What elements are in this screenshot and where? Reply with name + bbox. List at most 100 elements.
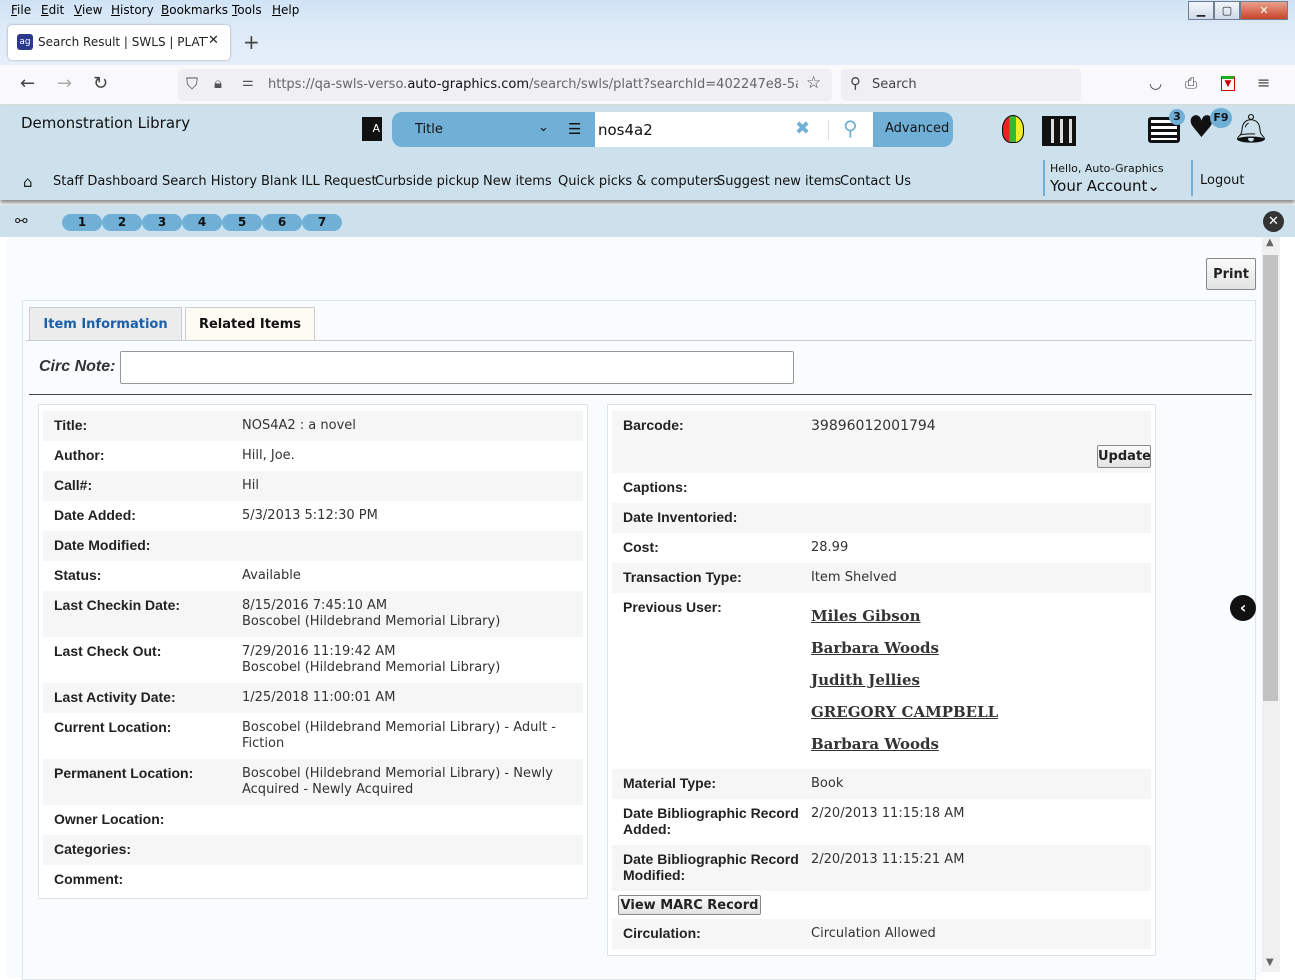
new-tab-icon[interactable]: + (243, 30, 260, 54)
nav-suggest-new-items[interactable]: Suggest new items (717, 174, 841, 189)
clear-search-icon[interactable]: ✖ (795, 118, 810, 139)
scrollbar-thumb[interactable] (1263, 255, 1278, 701)
detail-value (242, 835, 572, 865)
logout-link[interactable]: Logout (1200, 173, 1245, 188)
extension-icon[interactable]: ▼ (1221, 76, 1235, 91)
menu-bookmarks[interactable]: Bookmarks (161, 3, 228, 17)
scroll-up-icon[interactable]: ▲ (1266, 237, 1274, 248)
detail-row: Current Location: Boscobel (Hildebrand Me… (43, 713, 583, 759)
search-icon: ⚲ (850, 74, 861, 92)
transaction-type-row: Transaction Type: Item Shelved (612, 563, 1151, 593)
tab-item-information[interactable]: Item Information (29, 307, 182, 340)
print-icon[interactable]: ⎙ (1185, 74, 1197, 92)
page-4[interactable]: 4 (182, 214, 222, 231)
minimize-button[interactable]: ▁ (1188, 1, 1214, 20)
page-7[interactable]: 7 (302, 214, 342, 231)
your-account-menu[interactable]: Your Account⌄ (1050, 177, 1160, 195)
browser-search-box[interactable]: ⚲ Search (841, 69, 1081, 101)
search-type-select[interactable]: Title (415, 122, 443, 137)
detail-value-text: Hil (242, 478, 259, 493)
catalog-search-icon[interactable] (1042, 116, 1076, 146)
menu-tools[interactable]: Tools (232, 3, 262, 17)
bib-added-value: 2/20/2013 11:15:18 AM (811, 806, 965, 821)
hamburger-menu-icon[interactable]: ≡ (1257, 73, 1270, 92)
browser-tab[interactable]: ag Search Result | SWLS | PLATT | A ✕ (8, 25, 230, 60)
page-3[interactable]: 3 (142, 214, 182, 231)
menu-help[interactable]: Help (272, 3, 299, 17)
page-5[interactable]: 5 (222, 214, 262, 231)
vertical-scrollbar[interactable]: ▲ ▼ (1262, 237, 1280, 972)
detail-value: Hil (242, 471, 572, 501)
detail-row: Owner Location: (43, 805, 583, 835)
previous-user-link[interactable]: Barbara Woods (811, 735, 998, 767)
previous-user-link[interactable]: Miles Gibson (811, 607, 998, 639)
previous-user-link[interactable]: Barbara Woods (811, 639, 998, 671)
nav-contact-us[interactable]: Contact Us (840, 174, 911, 189)
detail-label: Owner Location: (54, 811, 165, 827)
close-record-icon[interactable]: ✕ (1263, 211, 1284, 232)
detail-value-text: NOS4A2 : a novel (242, 418, 356, 433)
menu-edit[interactable]: Edit (41, 3, 64, 17)
detail-label: Last Activity Date: (54, 689, 176, 705)
material-type-label: Material Type: (623, 775, 717, 791)
maximize-button[interactable]: ▢ (1214, 1, 1240, 20)
nav-curbside-pickup[interactable]: Curbside pickup (375, 174, 479, 189)
database-icon[interactable]: ☰ (568, 120, 581, 138)
page-1[interactable]: 1 (62, 214, 102, 231)
nav-staff-dashboard[interactable]: Staff Dashboard (53, 174, 158, 189)
notifications-bell-icon[interactable]: 🔔︎ (1233, 112, 1269, 145)
search-input-value: nos4a2 (598, 121, 653, 139)
detail-label: Categories: (54, 841, 132, 857)
detail-row: Call#: Hil (43, 471, 583, 501)
results-pager: ⚯ 1 2 3 4 5 6 7 ✕ (0, 205, 1295, 237)
search-icon[interactable]: ⚲ (843, 116, 858, 140)
search-input[interactable]: nos4a2 ✖ ⚲ (595, 112, 873, 147)
page-2[interactable]: 2 (102, 214, 142, 231)
bib-added-row: Date Bibliographic Record Added: 2/20/201… (612, 799, 1151, 845)
detail-label: Date Modified: (54, 537, 151, 553)
divider (828, 120, 829, 140)
detail-label: Status: (54, 567, 102, 583)
reload-icon[interactable]: ↻ (93, 73, 108, 94)
date-inventoried-row: Date Inventoried: (612, 503, 1151, 533)
previous-user-link[interactable]: GREGORY CAMPBELL (811, 703, 998, 735)
close-window-button[interactable]: ✕ (1240, 1, 1288, 20)
bib-modified-label: Date Bibliographic Record Modified: (623, 851, 799, 883)
nav-search-history[interactable]: Search History (162, 174, 257, 189)
detail-label: Last Check Out: (54, 643, 162, 659)
translate-icon[interactable]: A (362, 117, 382, 141)
chevron-down-icon[interactable]: ⌄ (538, 120, 549, 135)
tab-related-items[interactable]: Related Items (185, 307, 315, 340)
menu-view[interactable]: View (74, 3, 102, 17)
view-marc-record-button[interactable]: View MARC Record (618, 895, 761, 915)
app-header: Demonstration Library A Title ⌄ ☰ nos4a2… (0, 105, 1295, 200)
menu-history[interactable]: History (111, 3, 154, 17)
circulation-label: Circulation: (623, 925, 701, 941)
nav-quick-picks[interactable]: Quick picks & computers (558, 174, 720, 189)
shield-icon: ⛉ (186, 74, 199, 93)
link-icon[interactable]: ⚯ (15, 212, 28, 230)
previous-user-link[interactable]: Judith Jellies (811, 671, 998, 703)
advanced-search-button[interactable]: Advanced (885, 121, 949, 136)
forward-icon[interactable]: → (57, 73, 72, 94)
nav-blank-ill-request[interactable]: Blank ILL Request (261, 174, 377, 189)
circ-note-input[interactable] (120, 351, 794, 384)
hot-air-balloon-icon[interactable] (1002, 115, 1024, 143)
print-button[interactable]: Print (1206, 258, 1256, 290)
back-icon[interactable]: ← (20, 73, 35, 94)
bookmark-star-icon[interactable]: ☆ (806, 73, 821, 93)
close-tab-icon[interactable]: ✕ (208, 33, 219, 48)
record-content: Print Item Information Related Items Cir… (6, 237, 1262, 980)
detail-value-text: Boscobel (Hildebrand Memorial Library) -… (242, 766, 553, 797)
barcode-value: 39896012001794 (811, 418, 936, 434)
page-6[interactable]: 6 (262, 214, 302, 231)
menu-file[interactable]: File (11, 3, 31, 17)
nav-new-items[interactable]: New items (483, 174, 552, 189)
pocket-icon[interactable]: ◡ (1149, 74, 1162, 92)
home-icon[interactable]: ⌂ (23, 173, 33, 191)
next-record-chevron-icon[interactable]: ‹ (1230, 595, 1256, 621)
update-button[interactable]: Update (1097, 445, 1151, 468)
address-bar[interactable]: ⛉ 🔒︎ ⚌ https://qa-swls-verso.auto-graphi… (178, 69, 832, 101)
detail-row: Author: Hill, Joe. (43, 441, 583, 471)
scroll-down-icon[interactable]: ▼ (1266, 957, 1274, 968)
